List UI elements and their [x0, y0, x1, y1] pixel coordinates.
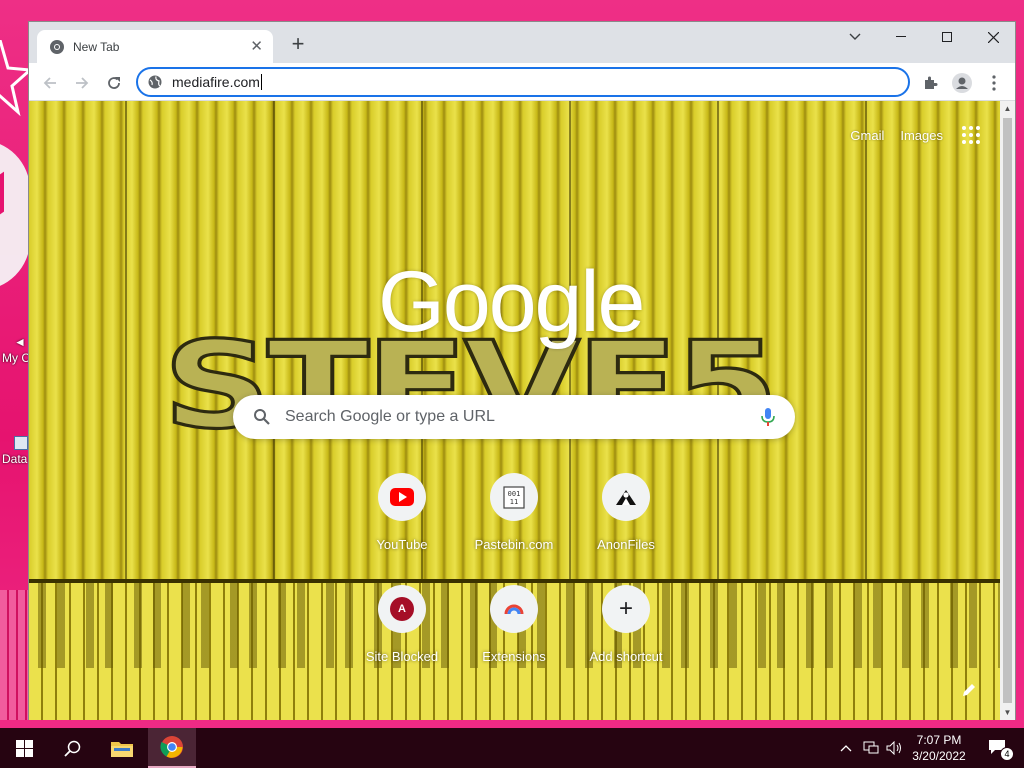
reload-button[interactable] — [102, 71, 126, 95]
desktop-icon-label: Data — [2, 452, 28, 466]
show-hidden-icons-button[interactable] — [836, 728, 856, 768]
profile-button[interactable] — [950, 71, 974, 95]
back-button[interactable] — [38, 71, 62, 95]
shortcut-label: Site Blocked — [365, 649, 439, 664]
computer-icon: ◄ — [14, 335, 26, 349]
scroll-up-arrow-icon[interactable]: ▲ — [1000, 101, 1015, 116]
address-bar[interactable]: mediafire.com — [136, 67, 910, 97]
desktop-star-graphic — [0, 40, 30, 117]
chrome-favicon-icon — [50, 39, 64, 54]
pastebin-icon: 001 11 — [490, 473, 538, 521]
search-button[interactable] — [48, 728, 96, 768]
svg-text:001: 001 — [508, 490, 521, 498]
add-icon: + — [602, 585, 650, 633]
scroll-down-arrow-icon[interactable]: ▼ — [1000, 705, 1015, 720]
maximize-icon — [942, 32, 952, 42]
extensions-button[interactable] — [918, 71, 942, 95]
action-center-button[interactable]: 4 — [976, 728, 1020, 768]
profile-icon — [952, 73, 972, 93]
windows-logo-icon — [15, 739, 33, 757]
network-button[interactable] — [860, 728, 882, 768]
reload-icon — [108, 77, 120, 89]
microphone-icon[interactable] — [761, 407, 775, 427]
extensions-icon — [925, 76, 938, 89]
address-bar-text[interactable]: mediafire.com — [172, 74, 262, 90]
notification-count-badge: 4 — [1000, 747, 1014, 761]
start-button[interactable] — [0, 728, 48, 768]
folder-icon — [111, 742, 133, 757]
forward-icon — [76, 77, 89, 89]
close-window-button[interactable] — [970, 22, 1016, 52]
shortcut-add[interactable]: + Add shortcut — [570, 569, 682, 681]
chrome-taskbar-button[interactable] — [148, 728, 196, 768]
search-icon — [63, 740, 80, 757]
tab-close-icon[interactable]: ✕ — [250, 39, 263, 54]
volume-button[interactable] — [884, 728, 906, 768]
forward-button[interactable] — [70, 71, 94, 95]
youtube-icon — [378, 473, 426, 521]
clock[interactable]: 7:07 PM 3/20/2022 — [906, 728, 972, 768]
desktop-piano-graphic — [0, 590, 28, 720]
tab-title: New Tab — [73, 39, 120, 54]
gmail-link[interactable]: Gmail — [850, 128, 884, 143]
search-placeholder[interactable]: Search Google or type a URL — [285, 408, 761, 426]
scrollbar-thumb[interactable] — [1003, 118, 1012, 703]
chevron-up-icon — [840, 745, 852, 752]
shortcut-site-blocked[interactable]: A Site Blocked — [346, 569, 458, 681]
clock-date: 3/20/2022 — [912, 749, 966, 763]
customize-pencil-icon[interactable] — [961, 682, 977, 698]
desktop-icon-my-computer[interactable]: ◄ My C — [2, 335, 30, 365]
shortcut-anonfiles[interactable]: AnonFiles — [570, 457, 682, 569]
tab-new-tab[interactable]: New Tab ✕ — [37, 30, 273, 63]
clock-time: 7:07 PM — [916, 733, 962, 747]
vertical-scrollbar[interactable]: ▲ ▼ — [1000, 101, 1015, 720]
tab-search-button[interactable] — [832, 22, 878, 52]
chrome-window: New Tab ✕ + mediafire.com STEVE5 Gmail I… — [28, 21, 1016, 720]
desktop-icon-label: My C — [2, 351, 30, 365]
shortcut-pastebin[interactable]: 001 11 Pastebin.com — [458, 457, 570, 569]
menu-icon — [992, 75, 996, 91]
ntp-top-links: Gmail Images — [850, 123, 1001, 147]
shortcut-label: AnonFiles — [597, 537, 655, 552]
volume-icon — [886, 741, 901, 755]
images-link[interactable]: Images — [900, 128, 943, 143]
new-tab-button[interactable]: + — [287, 33, 309, 56]
desktop-wallpaper-shape — [0, 140, 30, 290]
globe-icon — [148, 75, 162, 89]
ntp-search-box[interactable]: Search Google or type a URL — [233, 395, 795, 439]
apps-grid-icon[interactable] — [959, 123, 983, 147]
shortcut-label: Extensions — [482, 649, 546, 664]
minimize-button[interactable] — [878, 22, 924, 52]
shortcut-label: Add shortcut — [589, 649, 663, 664]
close-icon — [987, 31, 999, 43]
desktop-icon-data[interactable]: Data — [2, 436, 28, 466]
chrome-icon — [160, 736, 183, 758]
shortcut-youtube[interactable]: YouTube — [346, 457, 458, 569]
add-glyph: + — [618, 595, 633, 622]
taskbar: 7:07 PM 3/20/2022 4 — [0, 728, 1024, 768]
network-icon — [863, 741, 879, 754]
toolbar: mediafire.com — [29, 63, 1015, 101]
extensions-shortcut-icon — [490, 585, 538, 633]
shortcut-label: Pastebin.com — [474, 537, 554, 552]
menu-button[interactable] — [982, 71, 1006, 95]
new-tab-page: STEVE5 Gmail Images Google Search Google… — [29, 101, 1001, 720]
maximize-button[interactable] — [924, 22, 970, 52]
site-blocked-letter: A — [390, 597, 414, 621]
back-icon — [43, 77, 56, 89]
search-icon — [254, 409, 270, 425]
file-explorer-button[interactable] — [98, 728, 146, 768]
site-blocked-icon: A — [378, 585, 426, 633]
minimize-icon — [896, 36, 906, 37]
tab-strip: New Tab ✕ + — [29, 22, 1015, 63]
anonfiles-icon — [602, 473, 650, 521]
svg-text:11: 11 — [510, 498, 518, 506]
google-logo: Google — [378, 254, 645, 350]
chevron-down-icon — [849, 33, 861, 40]
shortcut-file-icon — [14, 436, 28, 450]
shortcut-label: YouTube — [376, 537, 428, 552]
shortcut-extensions[interactable]: Extensions — [458, 569, 570, 681]
